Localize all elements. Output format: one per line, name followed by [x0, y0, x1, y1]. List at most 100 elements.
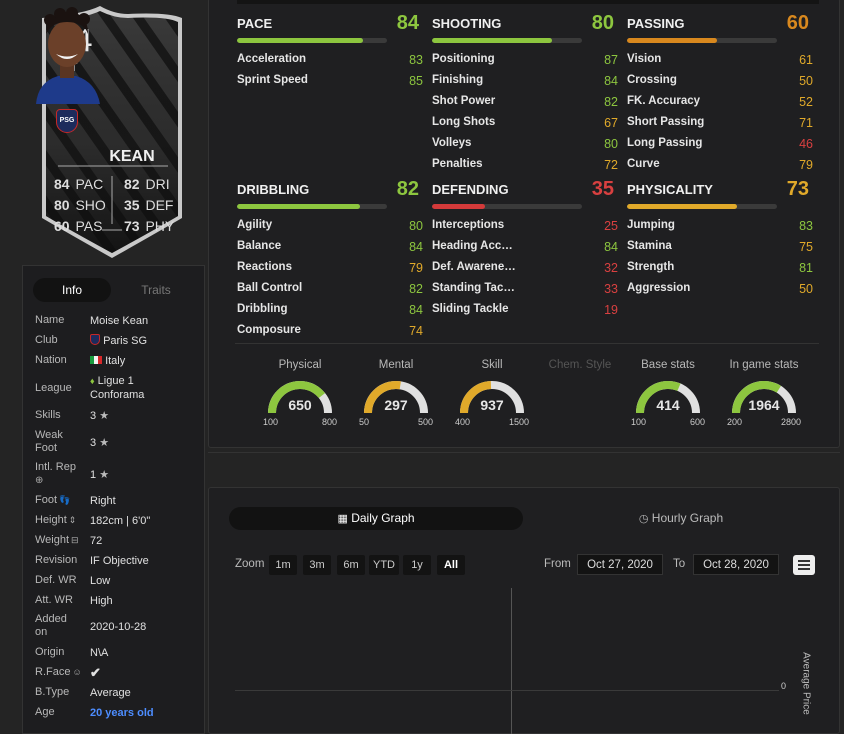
info-value-nation[interactable]: Italy	[90, 354, 125, 368]
star-icon: ★	[99, 437, 110, 449]
info-value: Low	[90, 575, 111, 587]
info-value: 3	[90, 437, 97, 449]
info-panel: Info Traits Name Moise Kean Club Paris S…	[22, 265, 205, 734]
to-date-input[interactable]	[693, 554, 779, 575]
divider	[235, 343, 819, 344]
card-stat-key: PAS	[75, 218, 103, 234]
tab-info[interactable]: Info	[33, 278, 111, 302]
attr-value: 52	[799, 95, 813, 109]
info-label: Height ⇕	[35, 514, 90, 527]
face-scan-icon: ☺	[72, 667, 82, 677]
attr-row: Acceleration 83	[237, 53, 423, 67]
attr-value: 72	[604, 158, 618, 172]
attr-row: Shot Power 82	[432, 95, 618, 109]
tab-daily-graph[interactable]: ▦ Daily Graph	[229, 507, 523, 530]
club-icon	[90, 334, 100, 345]
attr-value: 84	[409, 303, 423, 317]
gauge-in-game-stats: In game stats 1964 200 2800	[719, 359, 809, 439]
info-value: N\A	[90, 647, 109, 659]
card-stat-key: PHY	[145, 218, 175, 234]
attr-row: Long Passing 46	[627, 137, 813, 151]
attr-row: Long Shots 67	[432, 116, 618, 130]
zoom-all-button[interactable]: All	[437, 555, 465, 575]
attr-value: 80	[604, 137, 618, 151]
attr-name: Long Passing	[627, 137, 703, 149]
category-score: 35	[591, 178, 614, 200]
league-icon: ♦	[90, 376, 95, 386]
category-bar	[237, 204, 387, 209]
info-value-league[interactable]: ♦ Ligue 1 Conforama	[90, 374, 170, 402]
info-value: Moise Kean	[90, 315, 149, 327]
crosshair-line	[511, 588, 512, 734]
info-label: R.Face ☺	[35, 666, 90, 679]
category-score: 73	[786, 178, 809, 200]
category-title: PACE	[237, 16, 273, 31]
category-bar-fill	[627, 38, 717, 43]
attr-name: Interceptions	[432, 219, 505, 231]
scale-icon: ⊟	[71, 535, 79, 545]
category-bar	[627, 38, 777, 43]
tab-label: Hourly Graph	[651, 511, 724, 525]
club-badge-icon: PSG	[56, 109, 78, 133]
league-name: Ligue 1 Conforama	[90, 375, 145, 401]
y-tick-zero: 0	[781, 681, 787, 691]
attr-value: 82	[409, 282, 423, 296]
gauge-min: 100	[263, 417, 279, 427]
category-title: DRIBBLING	[237, 182, 310, 197]
attr-value: 83	[799, 219, 813, 233]
info-label: Club	[35, 334, 58, 346]
gauge-max: 800	[321, 417, 337, 427]
attr-name: Agility	[237, 219, 273, 231]
info-value-club[interactable]: Paris SG	[90, 334, 147, 348]
zoom-1y-button[interactable]: 1y	[403, 555, 431, 575]
info-label: Nation	[35, 354, 67, 366]
zoom-3m-button[interactable]: 3m	[303, 555, 331, 575]
zoom-1m-button[interactable]: 1m	[269, 555, 297, 575]
category-title: PHYSICALITY	[627, 182, 713, 197]
attr-value: 84	[604, 74, 618, 88]
y-axis-title: Average Price	[800, 652, 812, 715]
attr-name: Sprint Speed	[237, 74, 308, 86]
attr-value: 61	[799, 53, 813, 67]
chart-menu-button[interactable]	[793, 555, 815, 575]
star-icon: ★	[99, 469, 110, 481]
category-bar-fill	[627, 204, 737, 209]
attr-name: Positioning	[432, 53, 495, 65]
info-value: IF Objective	[90, 555, 149, 567]
attr-name: Long Shots	[432, 116, 496, 128]
price-graph-panel: ▦ Daily Graph ◷ Hourly Graph Zoom 1m 3m …	[208, 487, 840, 734]
info-label: Added on	[35, 613, 67, 638]
attr-row: Short Passing 71	[627, 116, 813, 130]
from-date-input[interactable]	[577, 554, 663, 575]
attr-value: 25	[604, 219, 618, 233]
gauge-min: 400	[455, 417, 471, 427]
category-title: PASSING	[627, 16, 685, 31]
tab-traits[interactable]: Traits	[117, 278, 195, 302]
category-score: 82	[396, 178, 419, 200]
attr-name: Heading Acc…	[432, 240, 513, 252]
info-label: Revision	[35, 554, 78, 566]
gauge-value: 414	[656, 397, 680, 413]
tab-hourly-graph[interactable]: ◷ Hourly Graph	[539, 507, 823, 530]
gauge-skill: Skill 937 400 1500	[447, 359, 537, 439]
info-label: Origin	[35, 646, 65, 658]
category-title: DEFENDING	[432, 182, 509, 197]
attr-row: FK. Accuracy 52	[627, 95, 813, 109]
attr-name: Reactions	[237, 261, 292, 273]
age-value: 20 years old	[90, 707, 154, 719]
category-bar-fill	[237, 38, 363, 43]
zoom-6m-button[interactable]: 6m	[337, 555, 365, 575]
zero-gridline	[235, 690, 779, 691]
check-icon: ✔	[90, 665, 101, 680]
card-stats-right: 82 DRI 35 DEF 73 PHY	[124, 174, 174, 237]
info-row-weak-foot: Weak Foot 3 ★	[35, 429, 200, 457]
category-bar-fill	[432, 204, 485, 209]
attr-value: 74	[409, 324, 423, 338]
zoom-ytd-button[interactable]: YTD	[369, 555, 399, 575]
attr-value: 87	[604, 53, 618, 67]
attr-row: Strength 81	[627, 261, 813, 275]
attr-name: Penalties	[432, 158, 483, 170]
category-bar	[432, 204, 582, 209]
category-score: 60	[786, 12, 809, 34]
gauge-title: Base stats	[641, 359, 695, 371]
